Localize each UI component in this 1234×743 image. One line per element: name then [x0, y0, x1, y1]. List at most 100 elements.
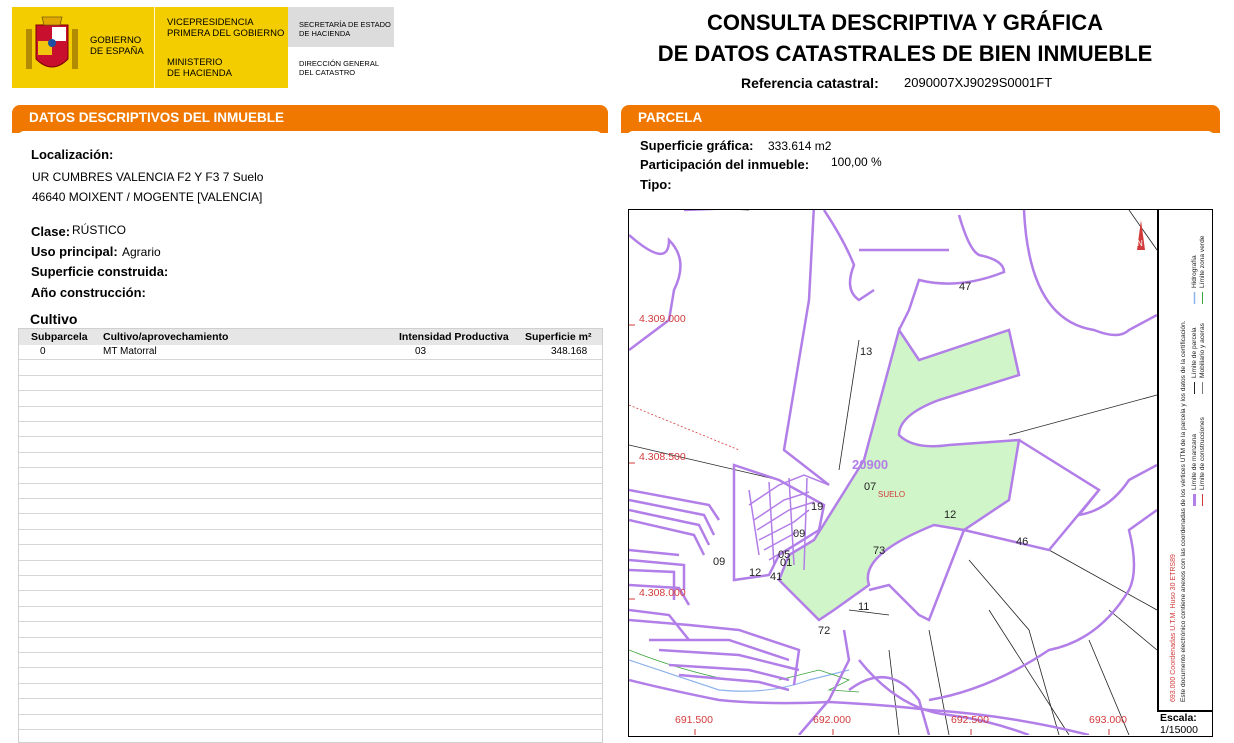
empty-table-row: [19, 622, 602, 638]
cultivo-title: Cultivo: [30, 311, 78, 327]
scale-value: 1/15000: [1160, 724, 1198, 736]
polygon-label: 46: [1016, 536, 1028, 548]
col-intensidad: Intensidad Productiva: [399, 331, 509, 343]
x-coord-label: 691.500: [675, 714, 713, 726]
col-superficie: Superficie m²: [525, 331, 592, 343]
polygon-label: 07: [864, 481, 876, 493]
empty-table-row: [19, 715, 602, 730]
polygon-label: 09: [793, 528, 805, 540]
empty-table-row: [19, 591, 602, 607]
polygon-label: 41: [770, 571, 782, 583]
document-title-line-2: DE DATOS CATASTRALES DE BIEN INMUEBLE: [657, 41, 1153, 66]
y-coord-label: 4.308.500: [639, 451, 686, 463]
parcela-bar: PARCELA: [621, 105, 1220, 137]
empty-table-row: [19, 437, 602, 453]
empty-table-row: [19, 607, 602, 623]
coat-of-arms-icon: [26, 16, 78, 69]
polygon-label: 19: [811, 501, 823, 513]
cultivo-table: Subparcela Cultivo/aprovechamiento Inten…: [18, 328, 603, 743]
uso-principal-value: Agrario: [122, 245, 161, 259]
legend-note: Este documento electrónico contiene anex…: [1180, 320, 1187, 702]
empty-table-row: [19, 514, 602, 530]
polygon-label: 72: [818, 625, 830, 637]
map-legend: 693.000 Coordenadas U.T.M. Huso 30 ETRS8…: [1170, 235, 1206, 702]
cadastral-map: 47 13 07 12 46 73 11 72 09 12 41 05 01 0…: [628, 209, 1213, 737]
polygon-label: 73: [873, 545, 885, 557]
legend-item: Límite de parcela: [1191, 327, 1198, 378]
y-coord-label: 4.308.000: [639, 587, 686, 599]
datos-descriptivos-bar: DATOS DESCRIPTIVOS DEL INMUEBLE: [12, 105, 608, 137]
empty-table-row: [19, 391, 602, 407]
cell-subparcela: 0: [40, 346, 46, 357]
localizacion-line-2: 46640 MOIXENT / MOGENTE [VALENCIA]: [32, 190, 263, 204]
suelo-label: SUELO: [878, 490, 905, 499]
empty-table-row: [19, 638, 602, 653]
map-scale: Escala: 1/15000: [1160, 712, 1198, 736]
empty-table-row: [19, 530, 602, 546]
empty-table-row: [19, 545, 602, 561]
clase-value: RÚSTICO: [72, 223, 126, 237]
col-subparcela: Subparcela: [31, 331, 88, 343]
y-coord-label: 4.309.000: [639, 313, 686, 325]
polygon-label: 09: [713, 556, 725, 568]
document-title-line-1: CONSULTA DESCRIPTIVA Y GRÁFICA: [706, 10, 1104, 35]
cell-intensidad: 03: [415, 346, 427, 357]
empty-table-row: [19, 422, 602, 438]
legend-item: Límite de construcciones: [1199, 416, 1206, 490]
polygon-label: 13: [860, 346, 872, 358]
superficie-grafica-value: 333.614 m2: [768, 139, 832, 153]
scale-label: Escala:: [1160, 712, 1197, 724]
secretaria-text: SECRETARÍA DE ESTADO DE HACIENDA: [299, 20, 391, 38]
anio-construccion-label: Año construcción:: [31, 285, 146, 300]
svg-text:N: N: [1137, 239, 1143, 248]
localizacion-label: Localización:: [31, 147, 114, 162]
localizacion-line-1: UR CUMBRES VALENCIA F2 Y F3 7 Suelo: [32, 170, 264, 184]
hydrography-line: [629, 659, 850, 692]
legend-item: Límite de manzana: [1191, 434, 1198, 490]
polygon-label: 11: [858, 601, 869, 613]
ministerio-text: MINISTERIO DE HACIENDA: [167, 57, 232, 79]
polygon-label: 12: [944, 509, 956, 521]
legend-coordinates: 693.000 Coordenadas U.T.M. Huso 30 ETRS8…: [1170, 554, 1177, 702]
empty-table-row: [19, 407, 602, 422]
cell-superficie: 348.168: [551, 346, 588, 357]
vicepresidencia-text: VICEPRESIDENCIA PRIMERA DEL GOBIERNO: [167, 17, 285, 39]
tipo-label: Tipo:: [640, 177, 672, 192]
x-coord-label: 693.000: [1089, 714, 1127, 726]
superficie-grafica-label: Superficie gráfica:: [640, 138, 754, 153]
empty-table-row: [19, 576, 602, 592]
empty-table-row: [19, 561, 602, 576]
document-title: CONSULTA DESCRIPTIVA Y GRÁFICA DE DATOS …: [610, 7, 1200, 69]
direccion-text: DIRECCIÓN GENERAL DEL CATASTRO: [299, 59, 380, 77]
empty-table-row: [19, 360, 602, 376]
government-header: GOBIERNO DE ESPAÑA VICEPRESIDENCIA PRIME…: [12, 7, 394, 88]
x-coord-label: 692.500: [951, 714, 989, 726]
participacion-value: 100,00 %: [831, 155, 882, 169]
polygon-label: 12: [749, 567, 761, 579]
empty-table-row: [19, 653, 602, 669]
participacion-label: Participación del inmueble:: [640, 157, 810, 172]
legend-item: Hidrografía: [1191, 255, 1198, 288]
north-arrow-icon: N: [1137, 220, 1145, 250]
empty-table-row: [19, 699, 602, 715]
empty-table-row: [19, 484, 602, 499]
empty-table-row: [19, 453, 602, 469]
polygon-label: 01: [780, 557, 792, 569]
superficie-construida-label: Superficie construida:: [31, 264, 169, 279]
legend-item: Mobiliario y aceras: [1199, 322, 1206, 378]
clase-label: Clase:: [31, 224, 71, 239]
x-coord-label: 692.000: [813, 714, 851, 726]
legend-item: Límite zona verde: [1199, 235, 1206, 288]
cell-cultivo: MT Matorral: [103, 346, 157, 357]
uso-principal-label: Uso principal:: [31, 244, 118, 259]
empty-table-row: [19, 668, 602, 684]
gobierno-espana-text: GOBIERNO DE ESPAÑA: [90, 35, 144, 57]
cultivo-table-header: Subparcela Cultivo/aprovechamiento Inten…: [19, 329, 602, 345]
empty-table-row: [19, 499, 602, 515]
empty-table-row: [19, 376, 602, 392]
table-row: 0 MT Matorral 03 348.168: [19, 345, 602, 361]
parcel-code: 20900: [852, 457, 888, 472]
referencia-value: 2090007XJ9029S0001FT: [904, 75, 1053, 90]
referencia-label: Referencia catastral:: [741, 75, 879, 91]
polygon-label: 47: [959, 281, 971, 293]
